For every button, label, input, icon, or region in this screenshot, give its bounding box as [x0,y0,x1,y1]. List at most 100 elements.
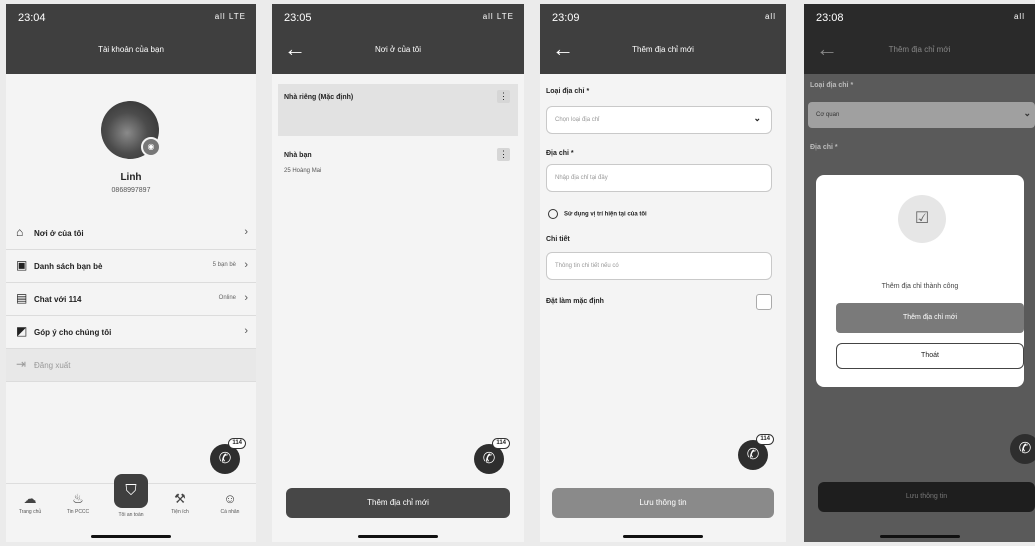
address-type-select[interactable]: Cơ quan ⌄ [808,102,1035,128]
menu-item-feedback[interactable]: ◩ Góp ý cho chúng tôi › [6,316,256,349]
address-label: Địa chỉ * [810,144,838,151]
status-time: 23:05 [284,12,312,24]
status-bar: 23:08 all [804,4,1035,30]
address-type-select[interactable]: Chọn loại địa chỉ ⌄ [546,106,772,134]
user-phone: 0868997897 [111,187,151,194]
use-current-location[interactable]: Sử dụng vị trí hiện tại của tôi [548,209,647,219]
address-type-label: Loại địa chỉ * [810,82,854,89]
call-114-button[interactable]: ✆ 114 [474,438,510,474]
address-name: Nhà riêng (Mặc định) [284,94,354,101]
screen-add-success: 23:08 all ← Thêm địa chỉ mới Loại địa ch… [804,4,1035,542]
screen-add-address: 23:09 all ← Thêm địa chỉ mới Loại địa ch… [540,4,786,542]
contacts-icon: ▣ [16,258,28,272]
chevron-down-icon: ⌄ [1023,108,1031,118]
checklist-icon: ☑ [898,195,946,243]
account-menu: ⌂ Nơi ở của tôi › ▣ Danh sách bạn bè 5 b… [6,217,256,382]
page-title: Nơi ở của tôi [374,45,422,54]
input-placeholder: Thông tin chi tiết nếu có [555,263,619,269]
home-indicator [623,535,703,538]
select-value: Cơ quan [816,112,840,118]
signal-icon: all [764,12,776,21]
hotline-badge: 114 [492,438,510,449]
address-label: Địa chỉ * [546,150,574,157]
page-title: Tài khoản của bạn [98,45,164,54]
select-placeholder: Chọn loại địa chỉ [555,117,600,123]
logout-button[interactable]: ⇥ Đăng xuất [6,349,256,382]
call-114-button[interactable]: ✆ 114 [210,438,246,474]
shield-icon: ⛉ [125,482,137,499]
chevron-right-icon: › [244,259,248,271]
tab-label: Trang chủ [18,509,42,515]
detail-label: Chi tiết [546,236,570,243]
screen-account: 23:04 all LTE Tài khoản của bạn ◉ Linh 0… [6,4,256,542]
success-message: Thêm địa chỉ thành công [881,283,959,290]
add-address-button[interactable]: Thêm địa chỉ mới [286,488,510,518]
camera-icon[interactable]: ◉ [141,137,161,157]
hotline-badge: 114 [756,434,774,445]
menu-item-chat[interactable]: ▤ Chat với 114 Online › [6,283,256,316]
chevron-right-icon: › [244,325,248,337]
save-button[interactable]: Lưu thông tin [552,488,774,518]
tools-icon: ⚒ [174,491,186,506]
home-indicator [91,535,171,538]
more-options-icon[interactable]: ⋮ [497,90,510,103]
chevron-right-icon: › [244,292,248,304]
menu-item-label: Nơi ở của tôi [34,229,84,238]
call-114-button[interactable]: ✆ 114 [738,434,774,470]
save-button[interactable]: Lưu thông tin [818,482,1035,512]
address-name: Nhà bạn [284,152,312,159]
status-bar: 23:09 all [540,4,786,30]
address-input[interactable]: Nhập địa chỉ tại đây [546,164,772,192]
tab-personal[interactable]: ☺ Cá nhân [210,492,250,516]
menu-item-label: Chat với 114 [34,295,82,304]
user-name: Linh [120,172,142,183]
tab-label: Tin PCCC [66,509,90,515]
bottom-tab-bar: ☁ Trang chủ ♨ Tin PCCC ⛉ Tôi an toàn ⚒ T… [6,474,256,528]
menu-item-label: Danh sách bạn bè [34,262,103,271]
app-bar: ← Thêm địa chỉ mới [540,30,786,74]
app-bar: ← Thêm địa chỉ mới [804,30,1035,74]
signal-icon: all LTE [214,12,246,21]
tab-safe[interactable]: ⛉ [114,474,148,508]
page-title: Thêm địa chỉ mới [632,45,694,54]
location-icon [548,209,558,219]
address-type-label: Loại địa chỉ * [546,88,590,95]
phone-icon: ✆ [1018,440,1032,457]
screen-my-homes: 23:05 all LTE ← Nơi ở của tôi Nhà riêng … [272,4,524,542]
tab-label: Tôi an toàn [118,512,144,518]
logout-label: Đăng xuất [34,361,71,370]
detail-input[interactable]: Thông tin chi tiết nếu có [546,252,772,280]
menu-item-friends[interactable]: ▣ Danh sách bạn bè 5 bạn bè › [6,250,256,283]
tab-home[interactable]: ☁ Trang chủ [10,491,50,516]
call-114-button[interactable]: ✆ [1010,434,1035,464]
more-options-icon[interactable]: ⋮ [497,148,510,161]
add-another-button[interactable]: Thêm địa chỉ mới [836,303,1024,333]
exit-button[interactable]: Thoát [836,343,1024,369]
default-checkbox[interactable] [756,294,772,310]
chevron-down-icon: ⌄ [753,113,761,123]
chat-icon: ▤ [16,291,28,305]
use-location-label: Sử dụng vị trí hiện tại của tôi [564,211,647,218]
home-icon: ⌂ [16,225,24,239]
app-bar: ← Nơi ở của tôi [272,30,524,74]
address-card[interactable]: Nhà bạn 25 Hoàng Mai ⋮ [278,142,518,194]
address-card-default[interactable]: Nhà riêng (Mặc định) ⋮ [278,84,518,136]
tab-label: Tiện ích [171,509,189,515]
tab-utilities[interactable]: ⚒ Tiện ích [160,491,200,516]
tab-label: Cá nhân [220,509,240,515]
menu-item-label: Góp ý cho chúng tôi [34,328,112,337]
status-time: 23:04 [18,12,46,24]
tab-news[interactable]: ♨ Tin PCCC [58,491,98,516]
input-placeholder: Nhập địa chỉ tại đây [555,175,608,181]
cloud-icon: ☁ [23,491,37,506]
fire-icon: ♨ [72,491,84,506]
logout-icon: ⇥ [16,357,27,371]
feedback-icon: ◩ [16,324,28,338]
status-time: 23:08 [816,12,844,24]
avatar[interactable]: ◉ [101,101,161,159]
address-detail: 25 Hoàng Mai [284,168,322,174]
menu-item-my-home[interactable]: ⌂ Nơi ở của tôi › [6,217,256,250]
signal-icon: all [1013,12,1025,21]
phone-icon: ✆ [746,446,760,463]
status-bar: 23:05 all LTE [272,4,524,30]
